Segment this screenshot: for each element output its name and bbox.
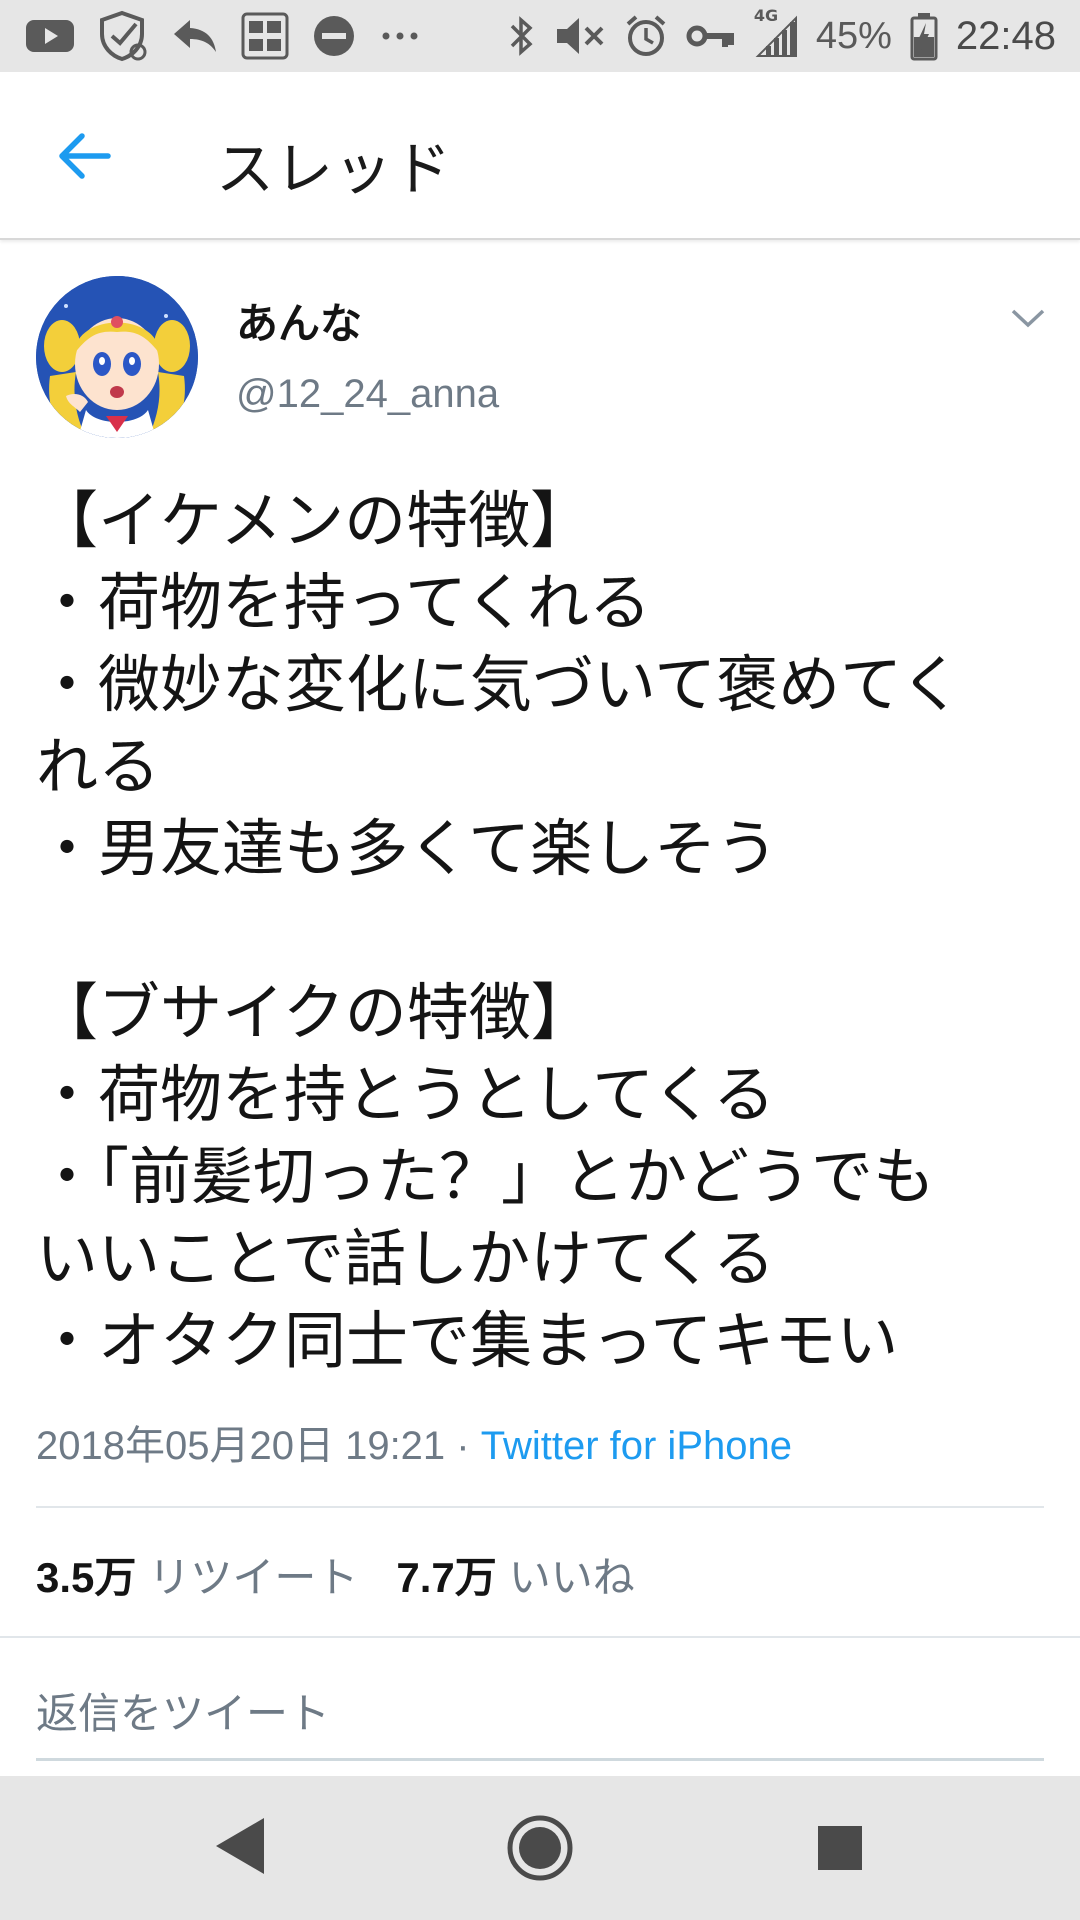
tweet-line: ・荷物を持ってくれる [36,566,652,639]
youtube-icon [24,16,76,56]
muted-volume-icon [554,14,606,58]
nav-recents-button[interactable] [818,1826,862,1870]
tweet-line: いいことで話しかけてくる [36,1222,776,1295]
battery-icon [910,11,938,61]
tweet-line: 【ブサイクの特徴】 [36,976,593,1049]
divider [36,1506,1044,1508]
system-nav-bar [0,1776,1080,1920]
page-title: スレッド [216,135,453,203]
display-name[interactable]: あんな [236,290,362,351]
reply-input-underline [36,1758,1044,1761]
tweet-line: ・男友達も多くて楽しそう [36,812,779,885]
alarm-icon [624,14,668,58]
chevron-down-icon [1011,309,1045,328]
signal-4g-icon: 4G [754,6,798,58]
key-icon [686,21,736,51]
likes-stat[interactable]: 7.7万 いいね [396,1554,672,1601]
tweet-line: れる [36,730,161,803]
tweet-options-button[interactable] [1010,306,1046,330]
meta-separator: · [445,1424,481,1468]
more-dots-icon [378,26,422,46]
avatar-image [36,276,198,438]
network-type-label: 4G [753,6,779,25]
dictionary-app-icon [240,11,290,61]
tweet-line: ・微妙な変化に気づいて褒めてく [36,648,963,721]
status-bar-left [24,10,422,62]
do-not-disturb-icon [312,14,356,58]
reply-arrow-icon [170,16,218,56]
tweet-line: ・「前髪切った？」とかどうでも [36,1140,936,1213]
tweet-line: ・荷物を持とうとしてくる [36,1058,776,1131]
reply-input[interactable]: 返信をツイート [36,1680,330,1741]
back-arrow-icon [59,133,111,179]
clock: 22:48 [955,13,1056,58]
tweet-line: ・オタク同士で集まってキモい [36,1304,899,1377]
tweet-timestamp[interactable]: 2018年05月20日 19:21 [36,1424,445,1468]
app-header: スレッド [0,72,1080,240]
avatar[interactable] [36,276,198,438]
triangle-back-icon [216,1818,264,1874]
retweets-stat[interactable]: 3.5万 リツイート [36,1554,396,1601]
circle-home-icon [507,1815,573,1881]
shield-refresh-icon [98,10,148,62]
status-bar-right: 4G 45% 22:48 [508,6,1056,61]
status-bar: 4G 45% 22:48 [0,0,1080,72]
battery-percent: 45% [815,14,892,57]
divider [0,1636,1080,1638]
likes-count: 7.7万 [396,1554,497,1601]
retweets-count: 3.5万 [36,1554,137,1601]
tweet-text: 【イケメンの特徴】 ・荷物を持ってくれる ・微妙な変化に気づいて褒めてく れる … [36,480,1046,1382]
tweet-stats: 3.5万 リツイート 7.7万 いいね [36,1544,673,1605]
bluetooth-icon [508,14,536,58]
nav-back-button[interactable] [210,1814,270,1882]
nav-home-button[interactable] [506,1814,574,1886]
retweets-label: リツイート [148,1554,359,1601]
tweet-source-link[interactable]: Twitter for iPhone [481,1424,792,1468]
user-handle[interactable]: @12_24_anna [236,372,499,417]
tweet-line: 【イケメンの特徴】 [36,484,593,557]
likes-label: いいね [508,1554,635,1601]
back-button[interactable] [52,126,116,186]
tweet-meta: 2018年05月20日 19:21 · Twitter for iPhone [36,1413,792,1471]
